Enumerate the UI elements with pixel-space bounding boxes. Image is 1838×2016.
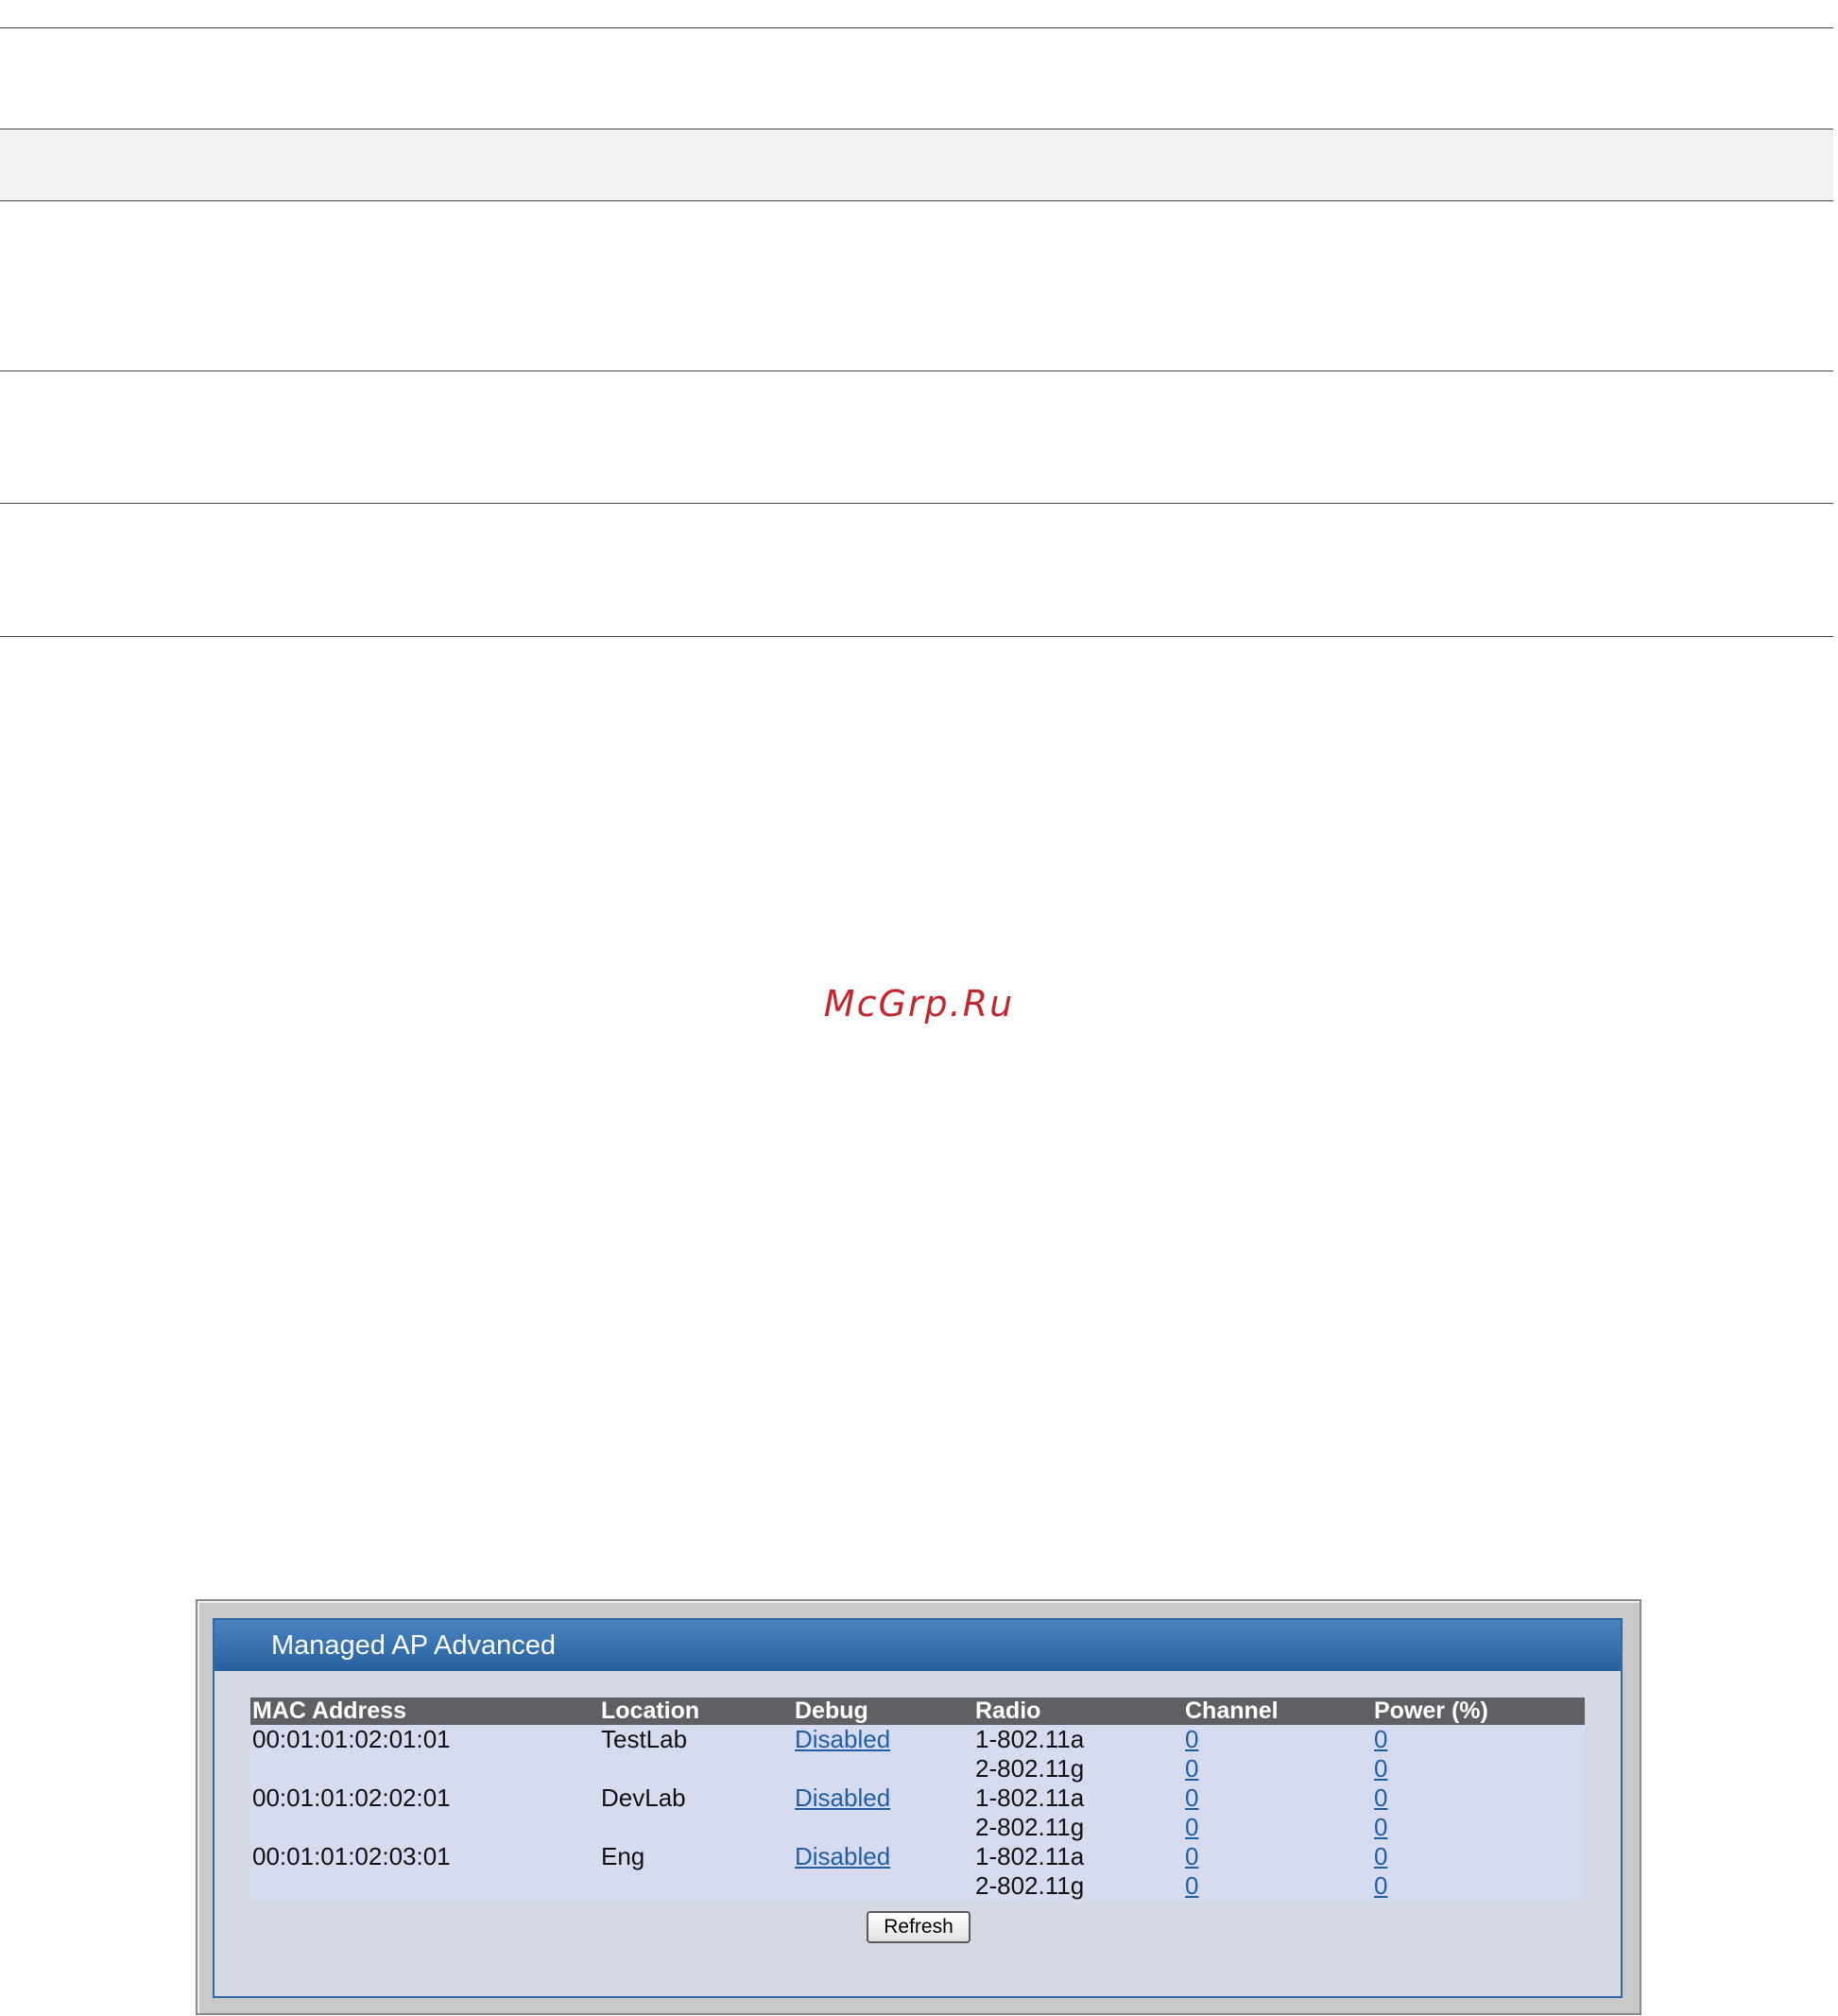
radio: 2-802.11g [975, 1813, 1085, 1841]
location: Eng [601, 1842, 645, 1870]
debug-link[interactable]: Disabled [795, 1725, 890, 1753]
radio: 1-802.11a [975, 1783, 1085, 1812]
debug-link[interactable]: Disabled [795, 1783, 890, 1812]
radio: 2-802.11g [975, 1754, 1085, 1783]
watermark: McGrp.Ru [823, 983, 1015, 1025]
table-rule-5 [0, 503, 1833, 504]
table-rule-top [0, 27, 1833, 28]
power-link[interactable]: 0 [1374, 1871, 1387, 1900]
radio: 2-802.11g [975, 1871, 1085, 1900]
debug-link[interactable]: Disabled [795, 1842, 890, 1870]
panel-body: Managed AP Advanced MAC Address Location… [213, 1618, 1623, 1998]
radio: 1-802.11a [975, 1725, 1085, 1753]
channel-link[interactable]: 0 [1185, 1783, 1198, 1812]
table-rule-4 [0, 370, 1833, 371]
column-header-power: Power (%) [1372, 1697, 1585, 1725]
table-row: 2-802.11g 0 0 [250, 1754, 1585, 1783]
power-link[interactable]: 0 [1374, 1813, 1387, 1841]
power-link[interactable]: 0 [1374, 1725, 1387, 1753]
panel-title: Managed AP Advanced [215, 1620, 1621, 1671]
power-link[interactable]: 0 [1374, 1754, 1387, 1783]
managed-ap-advanced-panel: Managed AP Advanced MAC Address Location… [196, 1599, 1641, 2015]
table-row: 00:01:01:02:02:01 DevLab Disabled 1-802.… [250, 1783, 1585, 1813]
mac-address: 00:01:01:02:02:01 [252, 1783, 451, 1812]
mac-address: 00:01:01:02:01:01 [252, 1725, 451, 1753]
table-row: 00:01:01:02:03:01 Eng Disabled 1-802.11a… [250, 1842, 1585, 1871]
table-header-band [0, 129, 1833, 200]
power-link[interactable]: 0 [1374, 1842, 1387, 1870]
refresh-button[interactable]: Refresh [867, 1911, 971, 1943]
channel-link[interactable]: 0 [1185, 1871, 1198, 1900]
table-header-row: MAC Address Location Debug Radio Channel… [250, 1697, 1585, 1725]
location: DevLab [601, 1783, 686, 1812]
channel-link[interactable]: 0 [1185, 1725, 1198, 1753]
table-rule-3 [0, 200, 1833, 201]
column-header-debug: Debug [793, 1697, 973, 1725]
location: TestLab [601, 1725, 688, 1753]
table-row: 2-802.11g 0 0 [250, 1871, 1585, 1902]
column-header-location: Location [599, 1697, 793, 1725]
channel-link[interactable]: 0 [1185, 1813, 1198, 1841]
table-row: 2-802.11g 0 0 [250, 1813, 1585, 1842]
managed-ap-table: MAC Address Location Debug Radio Channel… [250, 1697, 1585, 1902]
table-rule-bottom [0, 636, 1833, 637]
mac-address: 00:01:01:02:03:01 [252, 1842, 451, 1870]
channel-link[interactable]: 0 [1185, 1842, 1198, 1870]
column-header-channel: Channel [1183, 1697, 1372, 1725]
channel-link[interactable]: 0 [1185, 1754, 1198, 1783]
column-header-radio: Radio [973, 1697, 1183, 1725]
power-link[interactable]: 0 [1374, 1783, 1387, 1812]
table-row: 00:01:01:02:01:01 TestLab Disabled 1-802… [250, 1725, 1585, 1754]
radio: 1-802.11a [975, 1842, 1085, 1870]
column-header-mac: MAC Address [250, 1697, 599, 1725]
